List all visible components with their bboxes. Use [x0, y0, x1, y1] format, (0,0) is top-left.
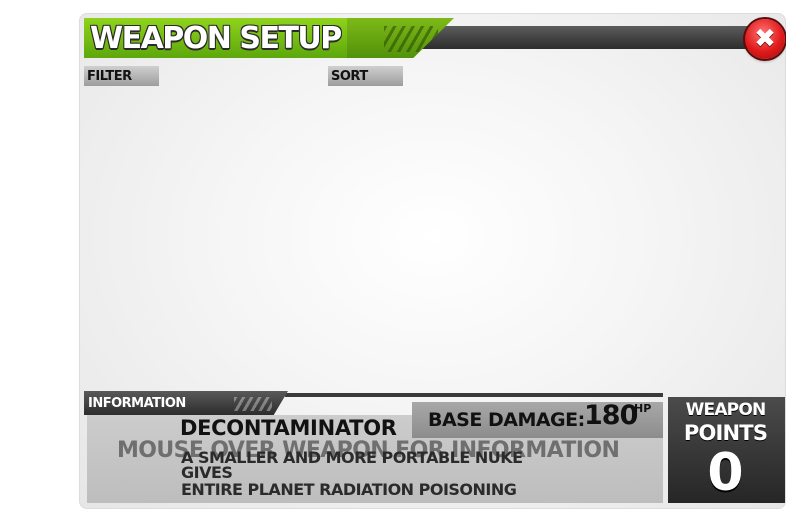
close-button[interactable]: ✖ [745, 19, 785, 59]
base-damage-unit: HP [634, 402, 652, 415]
weapon-name: DECONTAMINATOR [180, 416, 397, 440]
information-tab-stripes [234, 397, 272, 411]
information-divider [285, 393, 663, 397]
base-damage-label: BASE DAMAGE: [428, 409, 585, 431]
weapon-points-label: POINTS [683, 421, 768, 445]
close-icon: ✖ [754, 24, 776, 54]
base-damage-value: 180 [584, 400, 638, 431]
weapon-points-value: 0 [707, 443, 744, 503]
sort-button[interactable]: SORT [328, 66, 403, 86]
information-tab-label: INFORMATION [88, 396, 186, 411]
weapon-description-line: ENTIRE PLANET RADIATION POISONING [181, 480, 517, 499]
header-bar [420, 26, 760, 49]
weapon-points-label: WEAPON [685, 400, 767, 420]
page-title: WEAPON SETUP [90, 21, 342, 56]
filter-button[interactable]: FILTER [84, 66, 159, 86]
